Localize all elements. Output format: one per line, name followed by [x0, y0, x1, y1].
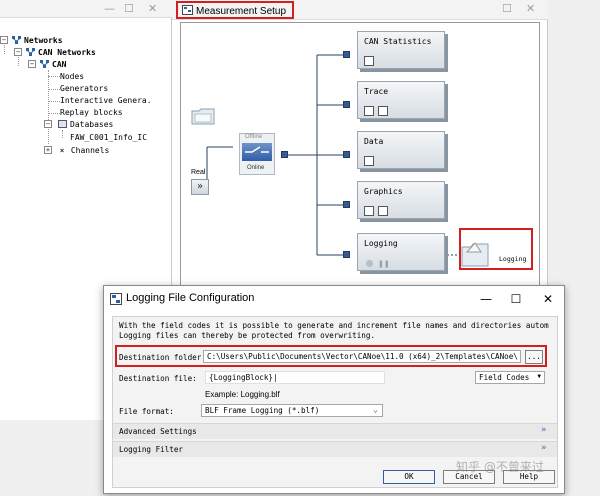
tree-item-nodes[interactable]: Nodes: [60, 72, 84, 82]
connector-icon: [343, 201, 350, 208]
tree-item-channels[interactable]: × Channels: [58, 146, 110, 156]
connector-icon: [343, 101, 350, 108]
collapse-icon[interactable]: −: [28, 60, 36, 68]
tree-item-interactive-generators[interactable]: Interactive Genera.: [60, 96, 152, 106]
network-icon: [26, 48, 35, 56]
graphics-block[interactable]: Graphics: [357, 181, 445, 219]
destination-file-label: Destination file:: [119, 374, 197, 383]
dialog-app-icon: [110, 293, 122, 305]
collapse-icon[interactable]: −: [14, 48, 22, 56]
network-icon: [40, 60, 49, 68]
tree-item-databases[interactable]: Databases: [58, 120, 113, 130]
minimize-icon[interactable]: —: [472, 290, 500, 308]
data-icon: [364, 156, 374, 166]
logging-filter-section[interactable]: Logging Filter »: [113, 441, 557, 457]
settings-icon: [378, 106, 388, 116]
connector-icon: [343, 251, 350, 258]
trace-icon: [364, 106, 374, 116]
collapse-icon[interactable]: −: [44, 120, 52, 128]
graphics-icon: [364, 206, 374, 216]
tree-item-can[interactable]: CAN: [40, 60, 66, 70]
maximize-icon[interactable]: ☐: [124, 2, 134, 15]
measurement-setup-canvas: Offline Online Real » CAN Statistics Tra…: [180, 22, 540, 288]
tree-guide: [48, 101, 60, 102]
field-codes-dropdown[interactable]: Field Codes ▼: [475, 371, 545, 384]
can-statistics-block[interactable]: CAN Statistics: [357, 31, 445, 69]
destination-folder-highlight: [115, 345, 547, 367]
measurement-setup-panel: Measurement Setup ☐ ✕ Offline Online Rea…: [172, 0, 548, 290]
trace-block[interactable]: Trace: [357, 81, 445, 119]
advanced-settings-section[interactable]: Advanced Settings »: [113, 423, 557, 439]
tree-item-database-file[interactable]: FAW_C001_Info_IC: [70, 133, 147, 143]
real-label: Real: [191, 169, 206, 176]
measurement-setup-titlebar: Measurement Setup ☐ ✕: [172, 0, 548, 20]
tree-guide: [48, 76, 60, 77]
real-source-button[interactable]: »: [191, 179, 209, 195]
connector-icon: [343, 151, 350, 158]
record-icon[interactable]: [366, 260, 373, 267]
tree-item-can-networks[interactable]: CAN Networks: [26, 48, 96, 58]
connector-icon: [343, 51, 350, 58]
tree-guide: [62, 130, 63, 138]
tree-guide: [48, 113, 60, 114]
example-text: Example: Logging.blf: [205, 390, 280, 399]
pause-icon[interactable]: ❚❚: [378, 260, 390, 268]
chevron-down-icon: ▼: [537, 373, 541, 380]
tree-guide: [48, 89, 60, 90]
measurement-setup-title: Measurement Setup: [176, 1, 295, 19]
file-format-dropdown[interactable]: BLF Frame Logging (*.blf) ⌄: [201, 404, 383, 417]
tree-guide: [48, 70, 49, 144]
statistics-icon: [364, 56, 374, 66]
minimize-icon[interactable]: —: [104, 2, 115, 15]
offline-source-icon[interactable]: [191, 107, 215, 125]
tree-item-networks[interactable]: Networks: [12, 36, 63, 46]
tree-item-generators[interactable]: Generators: [60, 84, 108, 94]
close-icon[interactable]: ✕: [526, 2, 535, 15]
connector-icon: [281, 151, 288, 158]
data-block[interactable]: Data: [357, 131, 445, 169]
expand-chevron-icon: »: [541, 443, 547, 453]
ok-button[interactable]: OK: [383, 470, 435, 484]
logging-block[interactable]: Logging ❚❚: [357, 233, 445, 271]
tree-panel-titlebar: — ☐ ✕: [0, 0, 172, 18]
maximize-icon[interactable]: ☐: [502, 290, 530, 308]
close-icon[interactable]: ✕: [534, 290, 562, 308]
description-line-2: Logging files can thereby be protected f…: [119, 331, 376, 340]
maximize-icon[interactable]: ☐: [502, 2, 512, 15]
database-icon: [58, 120, 67, 128]
dialog-title: Logging File Configuration: [126, 292, 255, 304]
dialog-titlebar: Logging File Configuration — ☐ ✕: [104, 286, 564, 312]
settings-icon: [378, 206, 388, 216]
description-line-1: With the field codes it is possible to g…: [119, 321, 549, 330]
watermark-text: 知乎 @不曾来过: [456, 460, 544, 474]
channels-icon: ×: [59, 146, 65, 155]
chevron-down-icon: ⌄: [373, 405, 378, 414]
expand-chevron-icon: »: [541, 425, 547, 435]
measurement-setup-icon: [182, 5, 193, 15]
offline-online-switch[interactable]: Offline Online: [239, 133, 275, 175]
network-icon: [12, 36, 21, 44]
switch-icon: [242, 143, 272, 161]
destination-file-input[interactable]: {LoggingBlock}|: [205, 371, 385, 384]
logging-node-highlight: [459, 228, 533, 270]
tree-item-replay-blocks[interactable]: Replay blocks: [60, 108, 123, 118]
expand-icon[interactable]: +: [44, 146, 52, 154]
file-format-label: File format:: [119, 407, 174, 416]
collapse-icon[interactable]: −: [0, 36, 8, 44]
close-icon[interactable]: ✕: [148, 2, 157, 15]
